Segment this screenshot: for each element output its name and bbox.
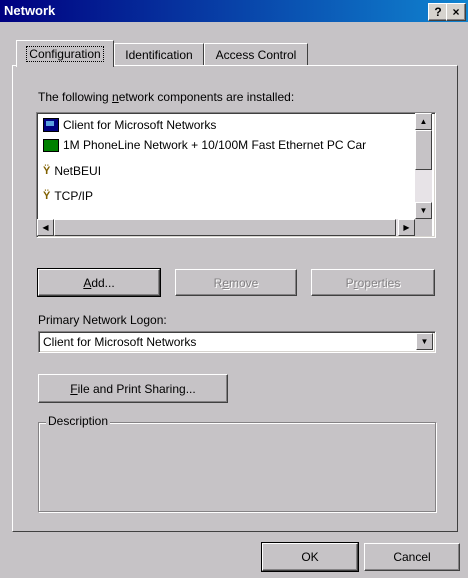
file-print-sharing-button[interactable]: File and Print Sharing... xyxy=(38,374,228,403)
scroll-up-button[interactable]: ▲ xyxy=(415,113,432,130)
tab-configuration[interactable]: Configuration xyxy=(16,40,114,67)
components-label-pre: The following xyxy=(38,90,113,104)
protocol-icon: Ÿ xyxy=(43,190,51,202)
tab-access-control-label: Access Control xyxy=(215,48,297,62)
scroll-corner xyxy=(415,219,432,236)
tab-identification[interactable]: Identification xyxy=(114,43,204,66)
cancel-button[interactable]: Cancel xyxy=(364,543,460,571)
description-groupbox xyxy=(38,422,436,512)
remove-button-accel: e xyxy=(222,275,229,290)
properties-button[interactable]: Pr operties xyxy=(311,269,435,296)
scroll-down-button[interactable]: ▼ xyxy=(415,202,432,219)
arrow-down-icon: ▼ xyxy=(419,206,428,215)
add-button-label: dd... xyxy=(91,275,115,290)
horizontal-scroll-thumb[interactable] xyxy=(54,219,396,236)
list-item[interactable]: Client for Microsoft Networks xyxy=(43,115,216,135)
horizontal-scrollbar[interactable]: ◀ ▶ xyxy=(37,219,415,236)
list-item-label: NetBEUI xyxy=(54,164,102,178)
logon-label: Primary Network Logon: xyxy=(38,313,167,327)
properties-button-label: operties xyxy=(357,275,401,290)
list-item[interactable]: 1M PhoneLine Network + 10/100M Fast Ethe… xyxy=(43,135,366,155)
protocol-icon: Ÿ xyxy=(43,165,51,177)
components-label-accel: n xyxy=(112,90,119,104)
tab-identification-label: Identification xyxy=(125,48,193,62)
scroll-right-button[interactable]: ▶ xyxy=(398,219,415,236)
network-client-icon xyxy=(43,118,59,132)
properties-button-pre: P xyxy=(345,275,354,290)
list-item-label: TCP/IP xyxy=(54,189,94,203)
logon-select[interactable]: Client for Microsoft Networks ▼ xyxy=(38,331,436,353)
close-button[interactable]: × xyxy=(446,3,466,21)
logon-dropdown-button[interactable]: ▼ xyxy=(416,333,433,350)
components-label: The following network components are ins… xyxy=(38,90,294,104)
list-item-label: 1M PhoneLine Network + 10/100M Fast Ethe… xyxy=(63,138,367,152)
remove-button-pre: R xyxy=(213,275,223,290)
arrow-up-icon: ▲ xyxy=(419,117,428,126)
list-item[interactable]: Ÿ TCP/IP xyxy=(43,186,93,206)
remove-button-label: move xyxy=(229,275,259,290)
scroll-thumb[interactable] xyxy=(415,130,432,170)
file-print-label: ile and Print Sharing... xyxy=(77,381,196,396)
components-list-viewport: Client for Microsoft Networks 1M PhoneLi… xyxy=(37,113,415,219)
ok-button[interactable]: OK xyxy=(261,542,359,572)
tab-configuration-label: Configuration xyxy=(26,46,104,62)
scroll-left-button[interactable]: ◀ xyxy=(37,219,54,236)
vertical-scrollbar[interactable]: ▲ ▼ xyxy=(415,113,432,219)
help-button[interactable]: ? xyxy=(428,3,448,21)
arrow-left-icon: ◀ xyxy=(42,223,49,232)
title-bar[interactable]: Network ? × xyxy=(0,0,468,22)
list-item[interactable]: Ÿ NetBEUI xyxy=(43,161,101,181)
list-item-label: Client for Microsoft Networks xyxy=(63,118,217,132)
add-button-accel: A xyxy=(83,275,92,290)
arrow-right-icon: ▶ xyxy=(403,223,410,232)
remove-button[interactable]: Re move xyxy=(175,269,297,296)
logon-select-value: Client for Microsoft Networks xyxy=(43,335,197,349)
description-label: Description xyxy=(46,414,111,428)
network-adapter-icon xyxy=(43,138,59,152)
components-listbox[interactable]: Client for Microsoft Networks 1M PhoneLi… xyxy=(36,112,436,238)
chevron-down-icon: ▼ xyxy=(420,337,429,346)
add-button[interactable]: Add... xyxy=(37,268,161,297)
window-title: Network xyxy=(4,3,56,18)
components-label-post: etwork components are installed: xyxy=(118,90,295,104)
tab-access-control[interactable]: Access Control xyxy=(204,43,308,66)
file-print-accel: F xyxy=(70,381,78,396)
